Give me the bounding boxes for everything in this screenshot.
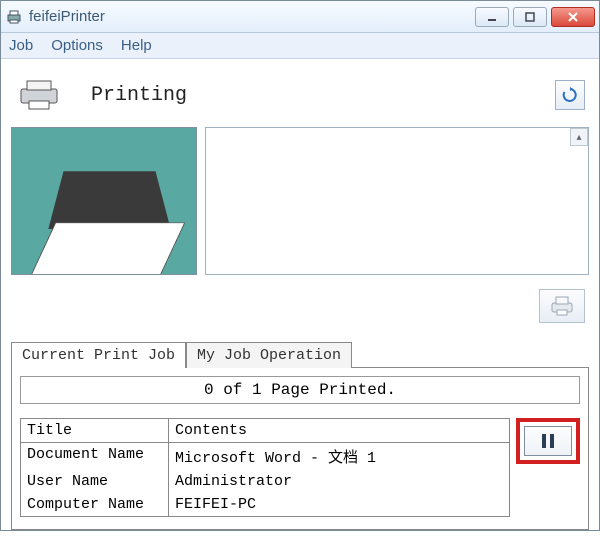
log-box: ▴ xyxy=(205,127,589,275)
cell-title: User Name xyxy=(21,470,169,493)
tab-current-job[interactable]: Current Print Job xyxy=(11,342,186,368)
header-title: Title xyxy=(21,419,169,442)
tab-strip: Current Print Job My Job Operation xyxy=(11,341,589,367)
tab-panel-current: 0 of 1 Page Printed. Title Contents Docu… xyxy=(11,367,589,530)
printer-app-icon xyxy=(5,8,23,26)
scroll-up-button[interactable]: ▴ xyxy=(570,128,588,146)
cell-title: Document Name xyxy=(21,443,169,470)
maximize-button[interactable] xyxy=(513,7,547,27)
tabs-area: Current Print Job My Job Operation 0 of … xyxy=(11,341,589,530)
menu-options[interactable]: Options xyxy=(51,37,103,54)
pause-icon xyxy=(542,434,554,448)
cell-contents: Microsoft Word - 文档 1 xyxy=(169,443,382,470)
table-header-row: Title Contents xyxy=(21,419,509,443)
refresh-button[interactable] xyxy=(555,80,585,110)
window-controls xyxy=(475,7,595,27)
pause-highlight xyxy=(516,418,580,464)
close-button[interactable] xyxy=(551,7,595,27)
cell-contents: Administrator xyxy=(169,470,298,493)
status-row: Printing xyxy=(11,67,589,123)
status-text: Printing xyxy=(91,84,187,107)
tab-my-job-operation[interactable]: My Job Operation xyxy=(186,342,352,368)
menu-help[interactable]: Help xyxy=(121,37,152,54)
print-row xyxy=(11,289,589,323)
header-contents: Contents xyxy=(169,419,253,442)
table-row: User Name Administrator xyxy=(21,470,509,493)
page-status: 0 of 1 Page Printed. xyxy=(20,376,580,404)
menu-job[interactable]: Job xyxy=(9,37,33,54)
content-area: Printing ▴ Current Print Job My Job Oper… xyxy=(1,59,599,530)
table-row: Computer Name FEIFEI-PC xyxy=(21,493,509,516)
menubar: Job Options Help xyxy=(1,33,599,59)
printer-preview xyxy=(11,127,197,275)
window-title: feifeiPrinter xyxy=(29,8,475,25)
preview-row: ▴ xyxy=(11,127,589,275)
cell-title: Computer Name xyxy=(21,493,169,516)
pause-button[interactable] xyxy=(524,426,572,456)
print-button[interactable] xyxy=(539,289,585,323)
app-window: feifeiPrinter Job Options Help xyxy=(0,0,600,531)
titlebar: feifeiPrinter xyxy=(1,1,599,33)
minimize-button[interactable] xyxy=(475,7,509,27)
cell-contents: FEIFEI-PC xyxy=(169,493,262,516)
printer-icon xyxy=(15,75,63,115)
detail-table: Title Contents Document Name Microsoft W… xyxy=(20,418,510,517)
detail-row: Title Contents Document Name Microsoft W… xyxy=(20,418,580,517)
table-row: Document Name Microsoft Word - 文档 1 xyxy=(21,443,509,470)
